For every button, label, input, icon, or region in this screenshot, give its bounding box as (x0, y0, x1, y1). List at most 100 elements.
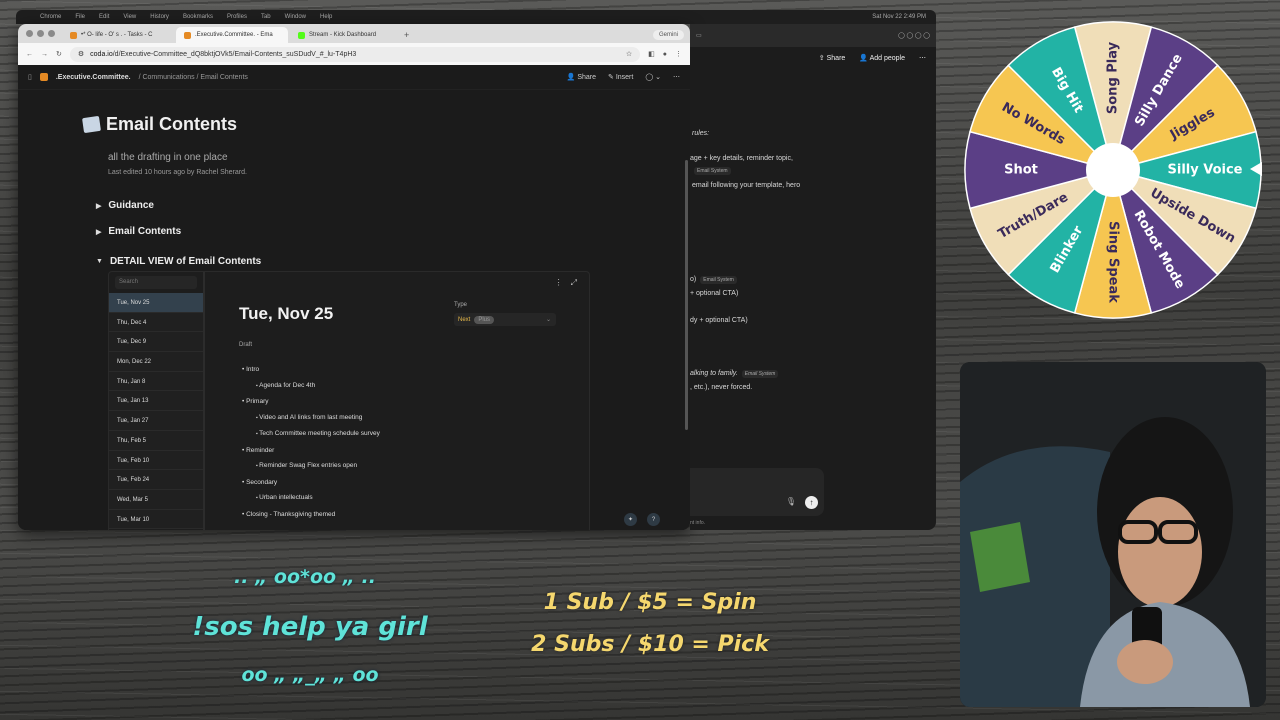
list-item[interactable]: Tue, Nov 25 (109, 293, 203, 313)
list-item[interactable]: Mon, Dec 22 (109, 352, 203, 372)
new-tab-button[interactable]: + (404, 30, 409, 40)
chat-input[interactable]: 🎙 ↑ (690, 468, 824, 516)
menu-profiles[interactable]: Profiles (227, 14, 247, 20)
menu-bookmarks[interactable]: Bookmarks (183, 14, 213, 20)
toolbar-icons[interactable]: ◯ ◯ ◯ ◯ (898, 32, 930, 39)
menu-help[interactable]: Help (320, 14, 332, 20)
list-item[interactable]: Tue, Jan 27 (109, 411, 203, 431)
outline-item: Video and AI links from last meeting (242, 410, 380, 427)
close-window-button[interactable] (26, 30, 33, 37)
list-item[interactable]: Tue, Jan 13 (109, 391, 203, 412)
background-chat-app: ▭ ◯ ◯ ◯ ◯ ⇪ Share 👤 Add people ⋯ rules: … (690, 24, 936, 530)
sidebar-toggle-icon[interactable]: ▯ (28, 73, 32, 81)
tab-kick-dashboard[interactable]: Stream - Kick Dashboard (290, 27, 402, 43)
detail-title: Tue, Nov 25 (239, 304, 334, 323)
more-menu-icon[interactable]: ⋮ (675, 50, 682, 58)
url-field[interactable]: ⚙ coda.io/d/Executive-Committee_dQ8bktjO… (69, 46, 641, 62)
minimize-window-button[interactable] (37, 30, 44, 37)
chat-text: dy + optional CTA) (690, 317, 748, 324)
extensions-icon[interactable]: ◧ (648, 50, 655, 58)
chat-share-button[interactable]: ⇪ Share (819, 54, 846, 62)
streamer-image (960, 362, 1266, 707)
list-item[interactable]: Thu, Jan 8 (109, 371, 203, 392)
doc-canvas: Email Contents all the drafting in one p… (18, 90, 690, 530)
chat-text: rules: (692, 130, 710, 137)
tab-favicon-icon (70, 31, 77, 39)
menubar-clock[interactable]: Sat Nov 22 2:49 PM (872, 14, 926, 20)
expand-icon[interactable]: ⤢ (571, 278, 577, 288)
scrollbar[interactable] (685, 160, 688, 430)
sos-command: !sos help ya girl (192, 612, 428, 642)
zoom-window-button[interactable] (48, 30, 55, 37)
send-button[interactable]: ↑ (805, 496, 818, 509)
type-chip-next: Next (458, 316, 471, 323)
sidebar-icon[interactable]: ▭ (696, 32, 702, 39)
menu-chrome[interactable]: Chrome (40, 14, 61, 20)
chat-text: + optional CTA) (690, 290, 739, 297)
tab-bar: •* O- life - O' s . - Tasks - C .Executi… (18, 24, 690, 43)
list-item[interactable]: Thu, Feb 5 (109, 430, 203, 451)
add-people-button[interactable]: 👤 Add people (859, 54, 905, 62)
ai-assistant-icon[interactable]: ✦ (624, 513, 637, 526)
list-item[interactable]: Tue, Feb 24 (109, 470, 203, 490)
kick-favicon-icon (298, 31, 305, 39)
insert-button[interactable]: ✎ Insert (608, 73, 633, 81)
email-outline[interactable]: Intro Agenda for Dec 4th Primary Video a… (242, 362, 380, 522)
menu-file[interactable]: File (75, 14, 85, 20)
outline-item: Secondary (242, 475, 380, 491)
type-chip-plus: Plus (474, 315, 495, 324)
more-options-icon[interactable]: ⋯ (673, 73, 680, 81)
menu-tab[interactable]: Tab (261, 14, 271, 20)
menu-view[interactable]: View (123, 14, 136, 20)
wheel-segment-label: Silly Voice (1168, 163, 1243, 178)
spin-rule: 1 Sub / $5 = Spin (543, 590, 757, 615)
chat-text: alking to family. Email System (690, 370, 779, 378)
list-item[interactable]: Tue, Dec 9 (109, 332, 203, 353)
list-item[interactable]: Tue, Feb 10 (109, 450, 203, 471)
list-search-input[interactable]: Search (115, 276, 197, 289)
chat-footer: nt info. (690, 520, 706, 526)
gemini-button[interactable]: Gemini (652, 30, 684, 40)
menu-edit[interactable]: Edit (99, 14, 109, 20)
floating-buttons: ✦ ? (624, 513, 660, 526)
envelope-emoji-icon (82, 115, 101, 134)
back-icon[interactable]: ← (26, 51, 33, 58)
microphone-icon[interactable]: 🎙 (786, 497, 796, 506)
more-vertical-icon[interactable]: ⋮ (555, 278, 563, 288)
chat-text: , etc.), never forced. (690, 384, 753, 391)
list-item[interactable]: Wed, Mar 5 (109, 489, 203, 510)
last-edited: Last edited 10 hours ago by Rachel Shera… (108, 169, 247, 176)
date-list: Search Tue, Nov 25 Thu, Dec 4 Tue, Dec 9… (109, 272, 205, 530)
menu-window[interactable]: Window (285, 14, 306, 20)
type-label: Type (454, 302, 468, 308)
breadcrumb[interactable]: / Communications / Email Contents (139, 74, 248, 81)
triangle-right-icon: ▶ (96, 228, 102, 236)
coda-header: ▯ .Executive.Committee. / Communications… (18, 65, 690, 90)
site-info-icon[interactable]: ⚙ (78, 50, 84, 58)
reload-icon[interactable]: ↻ (56, 50, 62, 58)
forward-icon[interactable]: → (41, 51, 48, 58)
help-icon[interactable]: ? (647, 513, 660, 526)
wheel-pointer-icon (1250, 162, 1262, 176)
share-button[interactable]: 👤 Share (567, 73, 596, 81)
list-item[interactable]: Thu, Dec 4 (109, 312, 203, 333)
kaomoji-bottom: oo „ „_„ „ oo (241, 664, 379, 686)
section-email-contents[interactable]: ▶ Email Contents (96, 226, 181, 237)
outline-item: Reminder Swag Flex entries open (242, 458, 380, 475)
prize-wheel: Song Play Silly Dance Jiggles Silly Voice Up… (963, 20, 1263, 320)
mac-menu-bar: Chrome File Edit View History Bookmarks … (16, 10, 936, 24)
section-detail-view[interactable]: ▼ DETAIL VIEW of Email Contents (96, 256, 261, 267)
bookmark-star-icon[interactable]: ☆ (626, 50, 632, 58)
doc-name[interactable]: .Executive.Committee. (56, 74, 131, 81)
menu-history[interactable]: History (150, 14, 169, 20)
section-guidance[interactable]: ▶ Guidance (96, 200, 154, 211)
list-item[interactable]: Tue, Mar 10 (109, 509, 203, 530)
comments-icon[interactable]: ◯ ⌄ (645, 73, 661, 81)
wheel-graphic: Song Play Silly DanceJigglesSilly VoiceUp… (964, 21, 1262, 319)
type-select[interactable]: Next Plus ⌄ (454, 313, 556, 326)
tab-executive-committee[interactable]: .Executive.Committee. - Ema (176, 27, 288, 43)
pick-rule: 2 Subs / $10 = Pick (531, 632, 769, 657)
chat-more-icon[interactable]: ⋯ (919, 54, 926, 62)
tab-tasks[interactable]: •* O- life - O' s . - Tasks - C (62, 27, 174, 43)
profile-icon[interactable]: ● (663, 51, 667, 58)
